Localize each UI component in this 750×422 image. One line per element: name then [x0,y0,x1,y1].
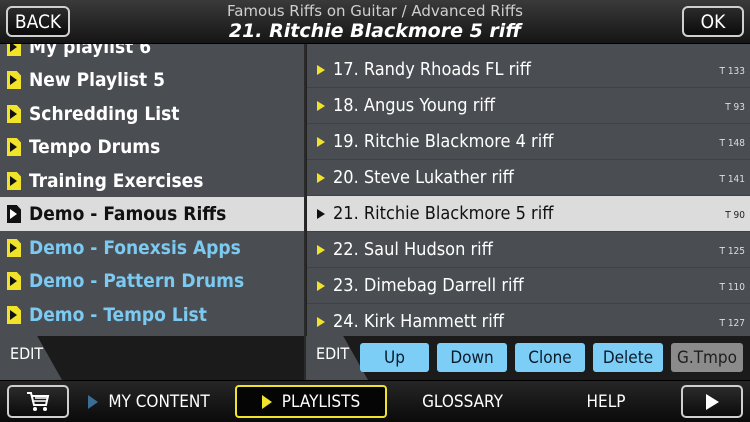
nav-label: PLAYLISTS [281,391,361,412]
playlist-item-label: Demo - Famous Riffs [29,203,227,225]
up-button[interactable]: Up [360,343,429,372]
header-subtitle: Famous Riffs on Guitar / Advanced Riffs [226,2,523,20]
riff-edit-button[interactable]: EDIT [316,344,349,363]
riff-list[interactable]: 17. Randy Rhoads FL riff T 133 18. Angus… [306,44,750,336]
riff-row[interactable]: 17. Randy Rhoads FL riff T 133 [307,52,750,88]
nav-arrow-icon [261,394,272,409]
nav-label: GLOSSARY [422,391,503,412]
riff-title: 22. Saul Hudson riff [333,239,493,260]
play-triangle-icon [317,136,325,147]
nav-label: HELP [586,391,626,412]
play-triangle-icon [317,208,325,219]
playlist-file-icon [7,272,21,290]
riff-row[interactable]: 20. Steve Lukather riff T 141 [307,160,750,196]
playlist-item-label: Demo - Tempo List [29,304,207,326]
playlist-item[interactable]: My playlist 6 [0,44,304,64]
play-triangle-icon [317,64,325,75]
bottom-nav: MY CONTENT PLAYLISTS GLOSSARY HELP [0,380,750,422]
playlist-file-icon [7,138,21,156]
page-title: 21. Ritchie Blackmore 5 riff [228,20,522,42]
nav-help[interactable]: HELP [560,385,652,418]
playlist-item[interactable]: Demo - Pattern Drums [0,264,304,298]
playlist-item[interactable]: Schredding List [0,97,304,131]
riff-tempo: T 141 [719,174,745,185]
header-bar: BACK Famous Riffs on Guitar / Advanced R… [0,0,750,44]
riff-tempo: T 125 [719,246,745,257]
ok-button[interactable]: OK [682,6,744,37]
play-triangle-icon [317,280,325,291]
riff-title: 23. Dimebag Darrell riff [333,275,524,296]
playlist-item[interactable]: Demo - Tempo List [0,298,304,332]
playlist-item[interactable]: Tempo Drums [0,130,304,164]
playlist-item-label: Schredding List [29,103,180,125]
nav-arrow-icon [88,394,99,409]
play-triangle-icon [317,100,325,111]
playlist-item[interactable]: Training Exercises [0,164,304,198]
riff-title: 21. Ritchie Blackmore 5 riff [333,203,554,224]
riff-edit-bar: EDIT Up Down Clone Delete G.Tmpo [306,336,750,380]
playlist-file-icon [7,239,21,257]
playlist-file-icon [7,306,21,324]
playlist-item[interactable]: Demo - Fonexsis Apps [0,231,304,265]
header-title: Famous Riffs on Guitar / Advanced Riffs … [90,2,660,42]
play-triangle-icon [317,172,325,183]
riff-title: 24. Kirk Hammett riff [333,311,504,332]
riff-tempo: T 110 [719,282,745,293]
riff-tempo: T 133 [719,66,745,77]
riff-title: 19. Ritchie Blackmore 4 riff [333,131,554,152]
riff-title: 17. Randy Rhoads FL riff [333,59,531,80]
riff-row[interactable]: 24. Kirk Hammett riff T 127 [307,304,750,336]
riff-row[interactable]: 19. Ritchie Blackmore 4 riff T 148 [307,124,750,160]
shopping-cart-icon [27,391,50,411]
playlist-item[interactable]: New Playlist 5 [0,63,304,97]
riff-row-selected[interactable]: 21. Ritchie Blackmore 5 riff T 90 [307,196,750,232]
riff-title: 18. Angus Young riff [333,95,496,116]
nav-label: MY CONTENT [108,391,210,412]
back-button[interactable]: BACK [6,6,70,37]
playlist-edit-bar: EDIT [0,336,304,380]
delete-button[interactable]: Delete [593,343,663,372]
playlist-panel[interactable]: My playlist 6 New Playlist 5 Schredding … [0,44,304,336]
playlist-file-icon [7,105,21,123]
nav-playlists[interactable]: PLAYLISTS [235,385,387,418]
playlist-item-label: New Playlist 5 [29,69,166,91]
play-button[interactable] [681,385,743,418]
riff-row[interactable]: 23. Dimebag Darrell riff T 110 [307,268,750,304]
playlist-item-label: Demo - Pattern Drums [29,270,245,292]
play-triangle-icon [317,316,325,327]
riff-row[interactable]: 22. Saul Hudson riff T 125 [307,232,750,268]
playlist-item-selected[interactable]: Demo - Famous Riffs [0,197,304,231]
playlist-item-label: Tempo Drums [29,136,161,158]
riff-tempo: T 127 [719,318,745,329]
nav-my-content[interactable]: MY CONTENT [84,385,214,418]
playlist-item-label: My playlist 6 [29,44,152,58]
store-button[interactable] [7,385,69,418]
nav-glossary[interactable]: GLOSSARY [410,385,515,418]
clone-button[interactable]: Clone [515,343,585,372]
riff-tempo: T 93 [725,102,745,113]
playlist-file-icon [7,205,21,223]
playlist-item-label: Training Exercises [29,170,204,192]
riff-tempo: T 148 [719,138,745,149]
riff-title: 20. Steve Lukather riff [333,167,514,188]
playlist-file-icon [7,172,21,190]
playlist-edit-button[interactable]: EDIT [10,344,43,363]
playlist-item-label: Demo - Fonexsis Apps [29,237,241,259]
down-button[interactable]: Down [437,343,507,372]
playlist-file-icon [7,44,21,56]
playlist-file-icon [7,71,21,89]
riff-row[interactable]: 18. Angus Young riff T 93 [307,88,750,124]
global-tempo-button[interactable]: G.Tmpo [671,343,743,372]
riff-tempo: T 90 [725,210,745,221]
play-triangle-icon [317,244,325,255]
play-icon [705,393,719,410]
